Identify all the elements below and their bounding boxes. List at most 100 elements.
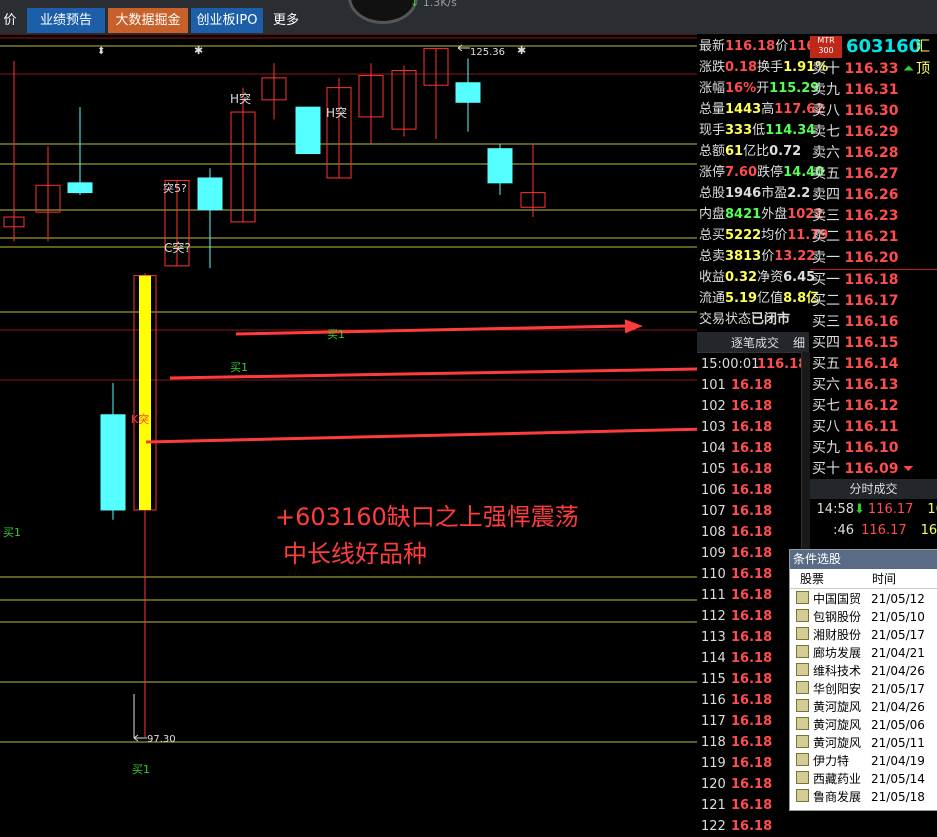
bid-label: 买三 xyxy=(812,314,840,330)
low-price-label: 97.30 xyxy=(147,734,176,745)
quote-label: 流通 xyxy=(699,291,725,306)
tab-big-data[interactable]: 大数据掘金 xyxy=(108,8,188,33)
tick-row: 11216.18 xyxy=(701,606,772,627)
marker-icon: ✱ xyxy=(194,44,203,57)
bid-level[interactable]: 买六 116.13 xyxy=(812,375,898,396)
quote-panel: 最新116.18价116.16涨跌0.18换手1.91%涨幅16%开115.29… xyxy=(697,34,809,332)
quote-row: 总买5222均价11.79 xyxy=(699,225,828,246)
intraday-price: 116.17 xyxy=(868,502,914,517)
ask-label: 卖五 xyxy=(812,166,840,182)
bid-price: 116.15 xyxy=(844,335,898,351)
intraday-volume: 16 xyxy=(921,523,937,538)
tick-time: 113 xyxy=(701,627,731,648)
scroll-up-icon[interactable]: ⏶ xyxy=(898,61,914,77)
bid-price: 116.14 xyxy=(844,356,898,372)
marker-icon: ⬍ xyxy=(97,46,105,57)
bid-level[interactable]: 买四 116.15 xyxy=(812,333,898,354)
tick-price: 16.18 xyxy=(731,567,772,582)
quote-label-2: 高 xyxy=(761,102,774,117)
ask-level[interactable]: 卖十 116.33 ⏶ xyxy=(812,59,914,80)
stock-icon xyxy=(796,609,809,622)
ask-level[interactable]: 卖五 116.27 xyxy=(812,164,898,185)
column-stock[interactable]: 股票 xyxy=(800,570,824,588)
popup-title-bar[interactable]: 条件选股 xyxy=(790,550,937,569)
intraday-price: 116.17 xyxy=(861,523,907,538)
quote-label-2: 市盈 xyxy=(761,186,787,201)
picker-row[interactable]: 鲁商发展21/05/18 xyxy=(796,788,925,806)
stock-icon xyxy=(796,789,809,802)
tick-price: 116.18 xyxy=(757,357,807,372)
ask-level[interactable]: 卖六 116.28 xyxy=(812,143,898,164)
bid-level[interactable]: 买九 116.10 xyxy=(812,438,898,459)
bid-level[interactable]: 买三 116.16 xyxy=(812,312,898,333)
quote-value-2: 2.2 xyxy=(787,186,810,201)
ask-level[interactable]: 卖七 116.29 xyxy=(812,122,898,143)
buy-signal-label: 买1 xyxy=(132,763,150,776)
picker-row[interactable]: 华创阳安21/05/17 xyxy=(796,680,925,698)
bid-level[interactable]: 买八 116.11 xyxy=(812,417,898,438)
ask-level[interactable]: 卖九 116.31 xyxy=(812,80,898,101)
network-meter-icon xyxy=(348,0,418,24)
quote-row: 总量1443高117.62 xyxy=(699,99,824,120)
candlestick-chart[interactable]: ⬍✱✱ 125.36 97.30 H突 H突 突5? C突? K突 买1 买1 … xyxy=(0,34,697,809)
tick-price: 16.18 xyxy=(731,714,772,729)
picker-row[interactable]: 黄河旋风21/05/11 xyxy=(796,734,925,752)
tick-tab[interactable]: 逐笔成交 xyxy=(731,334,779,351)
picker-row[interactable]: 黄河旋风21/04/26 xyxy=(796,698,925,716)
ask-price: 116.31 xyxy=(844,82,898,98)
bid-level[interactable]: 买五 116.14 xyxy=(812,354,898,375)
picker-row[interactable]: 湘财股份21/05/17 xyxy=(796,626,925,644)
bid-level[interactable]: 买二 116.17 xyxy=(812,291,898,312)
picker-row[interactable]: 黄河旋风21/05/06 xyxy=(796,716,925,734)
stock-icon xyxy=(796,627,809,640)
tick-price: 16.18 xyxy=(731,672,772,687)
quote-label-2: 低 xyxy=(752,123,765,138)
stock-icon xyxy=(796,645,809,658)
tick-time: 15:00:01 xyxy=(701,354,757,375)
tick-price: 16.18 xyxy=(731,483,772,498)
ask-level[interactable]: 卖三 116.23 xyxy=(812,206,898,227)
tick-price: 16.18 xyxy=(731,609,772,624)
tick-time: 114 xyxy=(701,648,731,669)
tab-more[interactable]: 更多 xyxy=(266,8,306,33)
order-book: MTR 300 603160 汇顶 卖十 116.33 ⏶卖九 116.31卖八… xyxy=(810,34,937,479)
picker-row[interactable]: 中国国贸21/05/12 xyxy=(796,590,925,608)
ask-label: 卖三 xyxy=(812,208,840,224)
detail-tab[interactable]: 细 xyxy=(793,334,805,351)
annotation-line-2: 中长线好品种 xyxy=(283,534,579,569)
condition-stock-picker[interactable]: 条件选股 股票 时间 中国国贸21/05/12包钢股份21/05/10湘财股份2… xyxy=(789,549,937,811)
picker-stock-name: 伊力特 xyxy=(813,752,871,770)
quote-row: 总额61亿比0.72 xyxy=(699,141,801,162)
picker-row[interactable]: 伊力特21/04/19 xyxy=(796,752,925,770)
ask-level[interactable]: 卖一 116.20 xyxy=(812,248,898,269)
bid-level[interactable]: 买一 116.18 xyxy=(812,270,898,291)
tab-price[interactable]: 价 xyxy=(0,8,20,33)
column-time[interactable]: 时间 xyxy=(872,570,896,588)
tick-row: 11116.18 xyxy=(701,585,772,606)
quote-label: 内盘 xyxy=(699,207,725,222)
scroll-down-icon[interactable]: ⏷ xyxy=(898,461,914,477)
picker-row[interactable]: 西藏药业21/05/14 xyxy=(796,770,925,788)
quote-label-2: 净资 xyxy=(757,270,783,285)
picker-stock-name: 廊坊发展 xyxy=(813,644,871,662)
ask-level[interactable]: 卖四 116.26 xyxy=(812,185,898,206)
picker-stock-name: 黄河旋风 xyxy=(813,716,871,734)
picker-row[interactable]: 廊坊发展21/04/21 xyxy=(796,644,925,662)
bid-level[interactable]: 买十 116.09 ⏷ xyxy=(812,459,914,480)
picker-row[interactable]: 包钢股份21/05/10 xyxy=(796,608,925,626)
tab-chinext-ipo[interactable]: 创业板IPO xyxy=(191,8,263,33)
ask-price: 116.20 xyxy=(844,250,898,266)
quote-label: 交易状态 xyxy=(699,312,751,327)
arrow-head-icon xyxy=(625,319,643,333)
picker-row[interactable]: 维科技术21/04/26 xyxy=(796,662,925,680)
tick-time: 111 xyxy=(701,585,731,606)
bid-level[interactable]: 买七 116.12 xyxy=(812,396,898,417)
marker-icon: ✱ xyxy=(517,44,526,57)
picker-date: 21/05/11 xyxy=(871,736,925,750)
tick-row: 11316.18 xyxy=(701,627,772,648)
ask-level[interactable]: 卖八 116.30 xyxy=(812,101,898,122)
tab-earnings-forecast[interactable]: 业绩预告 xyxy=(27,8,105,33)
stock-icon xyxy=(796,735,809,748)
quote-label: 涨跌 xyxy=(699,60,725,75)
ask-level[interactable]: 卖二 116.21 xyxy=(812,227,898,248)
